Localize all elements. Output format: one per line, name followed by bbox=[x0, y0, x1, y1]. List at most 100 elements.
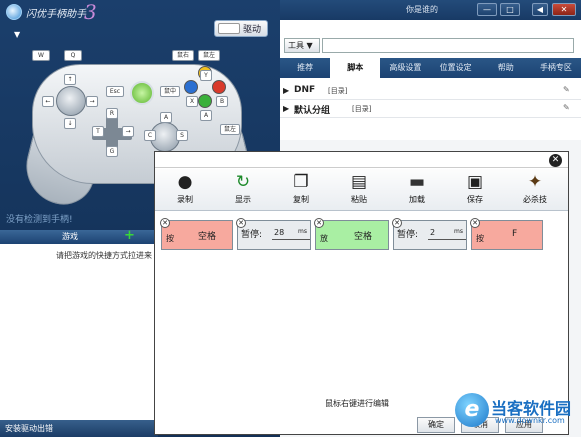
key-a[interactable]: A bbox=[200, 110, 212, 121]
drive-toggle-button[interactable]: 驱动 bbox=[214, 20, 268, 37]
restore-button[interactable]: □ bbox=[500, 3, 520, 16]
key-lstick-up[interactable]: ↑ bbox=[64, 74, 76, 85]
tool-input[interactable] bbox=[322, 38, 574, 53]
a-face-icon bbox=[198, 94, 212, 108]
script-group-category: [目录] bbox=[328, 87, 348, 95]
macro-canvas[interactable]: ✕ 按 空格 ✕ 暂停: 28 ms ✕ 放 空格 ✕ 暂停: 2 ms ✕ 按… bbox=[155, 212, 568, 407]
key-lt[interactable]: Q bbox=[64, 50, 82, 61]
key-rstick-right[interactable]: S bbox=[176, 130, 188, 141]
action-pause[interactable]: ✕ 暂停: 2 ms bbox=[392, 218, 467, 250]
guide-button-icon bbox=[130, 81, 154, 105]
app-title-decoration: 3 bbox=[84, 0, 97, 24]
action-pause[interactable]: ✕ 暂停: 28 ms bbox=[236, 218, 311, 250]
tab-advanced[interactable]: 高级设置 bbox=[380, 58, 430, 78]
tab-position[interactable]: 位置设定 bbox=[431, 58, 481, 78]
mute-button[interactable]: ◀ bbox=[532, 3, 548, 16]
script-group-name: 默认分组 bbox=[294, 106, 331, 116]
edit-icon[interactable]: ✎ bbox=[563, 103, 570, 112]
load-button[interactable]: ▬ 加载 bbox=[397, 172, 437, 210]
key-lstick-down[interactable]: ↓ bbox=[64, 118, 76, 129]
drive-label: 驱动 bbox=[243, 25, 262, 35]
key-dpad-left[interactable]: T bbox=[92, 126, 104, 137]
toolbar-label: 录制 bbox=[177, 195, 193, 204]
action-release[interactable]: ✕ 放 空格 bbox=[314, 218, 389, 250]
key-x[interactable]: X bbox=[186, 96, 198, 107]
expand-arrow-icon[interactable]: ▶ bbox=[283, 104, 289, 113]
app-logo-icon bbox=[6, 4, 22, 20]
action-value: 空格 bbox=[198, 232, 217, 242]
games-list[interactable]: 请把游戏的快捷方式拉进来 bbox=[0, 244, 158, 420]
dialog-title-bar: ✕ bbox=[155, 152, 568, 168]
key-dpad-down[interactable]: G bbox=[106, 146, 118, 157]
remove-action-icon[interactable]: ✕ bbox=[470, 218, 480, 228]
key-back[interactable]: Esc bbox=[106, 86, 124, 97]
combo-skill-button[interactable]: ✦ 必杀技 bbox=[511, 172, 559, 210]
script-group-name: DNF bbox=[294, 85, 316, 95]
key-dpad-right[interactable]: → bbox=[122, 126, 134, 137]
status-text: 安装驱动出错 bbox=[5, 424, 53, 433]
add-game-icon[interactable]: + bbox=[124, 228, 135, 243]
save-icon: ▣ bbox=[466, 172, 484, 192]
key-lstick-left[interactable]: ← bbox=[42, 96, 54, 107]
app-title: 闪优手柄助手 bbox=[26, 9, 86, 20]
action-press[interactable]: ✕ 按 空格 bbox=[160, 218, 233, 250]
key-y[interactable]: Y bbox=[200, 70, 212, 81]
show-button[interactable]: ↻ 显示 bbox=[223, 172, 263, 210]
remove-action-icon[interactable]: ✕ bbox=[160, 218, 170, 228]
ok-button[interactable]: 确定 bbox=[417, 417, 455, 433]
key-rstick-left[interactable]: C bbox=[144, 130, 156, 141]
pause-label: 暂停: bbox=[241, 230, 263, 240]
edit-icon[interactable]: ✎ bbox=[563, 85, 570, 94]
list-item[interactable]: ▶ 默认分组 [目录] ✎ bbox=[280, 100, 581, 118]
toolbar-label: 粘贴 bbox=[351, 195, 367, 204]
list-item[interactable]: ▶ DNF [目录] ✎ bbox=[280, 82, 581, 100]
toolbar-label: 必杀技 bbox=[523, 195, 547, 204]
status-bar: 安装驱动出错 bbox=[0, 420, 158, 437]
action-press[interactable]: ✕ 按 F bbox=[470, 218, 543, 250]
key-rt[interactable]: 鼠右 bbox=[172, 50, 194, 61]
save-button[interactable]: ▣ 保存 bbox=[455, 172, 495, 210]
left-stick-icon bbox=[56, 86, 86, 116]
pause-unit: ms bbox=[454, 228, 463, 235]
key-lb[interactable]: W bbox=[32, 50, 50, 61]
action-kind: 按 bbox=[166, 234, 174, 243]
user-link[interactable]: 你是谁的 bbox=[406, 4, 438, 15]
tab-help[interactable]: 帮助 bbox=[481, 58, 531, 78]
key-dpad-up[interactable]: R bbox=[106, 108, 118, 119]
toolbar-label: 保存 bbox=[467, 195, 483, 204]
key-rstick-up[interactable]: A bbox=[160, 112, 172, 123]
key-lstick-right[interactable]: → bbox=[86, 96, 98, 107]
expand-arrow-icon[interactable]: ▶ bbox=[283, 86, 289, 95]
b-face-icon bbox=[212, 80, 226, 94]
pause-unit: ms bbox=[298, 228, 307, 235]
close-button[interactable]: ✕ bbox=[552, 3, 576, 16]
paste-icon: ▤ bbox=[350, 172, 368, 192]
chevron-down-icon[interactable]: ▼ bbox=[14, 30, 20, 39]
action-kind: 放 bbox=[320, 234, 328, 243]
watermark-logo-icon: e bbox=[455, 393, 489, 427]
close-icon[interactable]: ✕ bbox=[549, 154, 562, 167]
ninja-icon: ✦ bbox=[527, 172, 543, 192]
tab-recommend[interactable]: 推荐 bbox=[280, 58, 330, 78]
pause-label: 暂停: bbox=[397, 230, 419, 240]
action-value: F bbox=[512, 229, 518, 239]
tab-scripts[interactable]: 脚本 bbox=[330, 58, 381, 78]
toggle-switch bbox=[218, 23, 240, 34]
action-value: 空格 bbox=[354, 232, 373, 242]
paste-button[interactable]: ▤ 粘贴 bbox=[339, 172, 379, 210]
copy-button[interactable]: ❐ 复制 bbox=[281, 172, 321, 210]
record-button[interactable]: ● 录制 bbox=[165, 172, 205, 210]
key-rb[interactable]: 鼠左 bbox=[198, 50, 220, 61]
toolbar-label: 复制 bbox=[293, 195, 309, 204]
minimize-button[interactable]: — bbox=[477, 3, 497, 16]
key-start[interactable]: 鼠中 bbox=[160, 86, 180, 97]
script-list: ▶ DNF [目录] ✎ ▶ 默认分组 [目录] ✎ bbox=[280, 80, 581, 140]
games-hint: 请把游戏的快捷方式拉进来 bbox=[56, 251, 152, 260]
no-controller-tip: 没有检测到手柄! bbox=[6, 215, 73, 225]
remove-action-icon[interactable]: ✕ bbox=[314, 218, 324, 228]
tools-dropdown[interactable]: 工具 ▼ bbox=[284, 38, 320, 53]
key-b[interactable]: B bbox=[216, 96, 228, 107]
key-extra[interactable]: 鼠左 bbox=[220, 124, 240, 135]
copy-icon: ❐ bbox=[293, 172, 309, 192]
tab-controller-zone[interactable]: 手柄专区 bbox=[531, 58, 581, 78]
